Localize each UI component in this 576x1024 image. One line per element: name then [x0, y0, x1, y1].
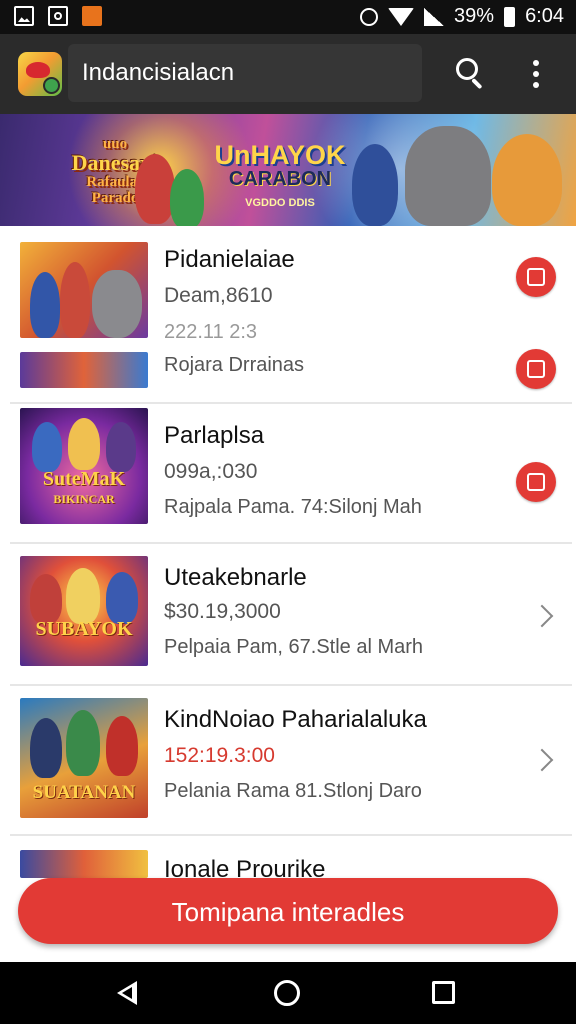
system-nav-bar — [0, 962, 576, 1024]
media-notification-icon — [48, 6, 68, 26]
banner-center-title: UnHAYOK CARABON VGDDO DDIS — [214, 140, 346, 210]
chevron-right-icon[interactable] — [530, 604, 554, 628]
red-square-icon[interactable] — [516, 349, 556, 389]
status-bar: 39% 6:04 — [0, 0, 576, 34]
red-square-icon[interactable] — [516, 257, 556, 297]
list-item[interactable]: SuteMaK BIKINCAR Parlaplsa 099a,:030 Raj… — [0, 404, 576, 542]
banner-character-kid — [135, 154, 175, 224]
thumbnail-caption: SUBAYOK — [35, 618, 133, 640]
alarm-icon — [360, 7, 379, 26]
item-thumbnail — [20, 850, 148, 878]
list-item[interactable]: Pidanielaiae Deam,8610 222.11 2:3 Rojara… — [0, 226, 576, 402]
home-icon[interactable] — [274, 980, 300, 1006]
recent-apps-icon[interactable] — [432, 981, 455, 1004]
item-title: Parlaplsa — [164, 422, 265, 449]
item-date: 222.11 2:3 — [164, 321, 258, 343]
item-title: KindNoiao Paharialaluka — [164, 706, 427, 733]
back-icon[interactable] — [117, 981, 137, 1005]
item-thumbnail — [20, 242, 148, 338]
primary-action-button[interactable]: Tomipana interadles — [18, 878, 558, 944]
item-subtitle: Deam,8610 — [164, 284, 273, 307]
promo-banner[interactable]: uuo Danesani Rafaulac Parado UnHAYOK CAR… — [0, 114, 576, 226]
banner-character-boy — [492, 134, 562, 226]
list-item[interactable]: SUBAYOK Uteakebnarle $30.19,3000 Pelpaia… — [0, 544, 576, 684]
item-price: 152:19.3:00 — [164, 744, 275, 767]
chevron-right-icon[interactable] — [530, 748, 554, 772]
thumbnail-caption: SuteMaK — [42, 468, 126, 490]
wifi-icon — [388, 7, 415, 26]
item-location: Rojara Drrainas — [164, 354, 305, 376]
item-thumbnail: SUBAYOK — [20, 556, 148, 666]
battery-icon — [504, 6, 516, 27]
battery-percent: 39% — [454, 5, 495, 27]
thumbnail-subcaption: BIKINCAR — [53, 492, 115, 506]
clock: 6:04 — [525, 5, 564, 27]
list-item[interactable]: SUATANAN KindNoiao Paharialaluka 152:19.… — [0, 686, 576, 834]
banner-character-elf — [170, 169, 204, 226]
signal-icon — [424, 7, 445, 26]
item-thumbnail: SUATANAN — [20, 698, 148, 818]
item-subtitle: 099a,:030 — [164, 460, 258, 483]
more-vert-icon[interactable] — [524, 56, 548, 92]
banner-character-hero — [352, 144, 398, 226]
app-bar: Indancisialacn — [0, 34, 576, 114]
app-logo-icon[interactable] — [18, 52, 62, 96]
item-thumbnail-strip — [20, 352, 148, 388]
item-title: Pidanielaiae — [164, 246, 295, 273]
banner-character-wolf — [405, 126, 491, 226]
item-location: Rajpala Pama. 74:Silonj Mah — [164, 496, 422, 518]
app-title: Indancisialacn — [82, 59, 235, 86]
item-title: Uteakebnarle — [164, 564, 307, 591]
item-location: Pelania Rama 81.Stlonj Daro — [164, 780, 422, 802]
item-price: $30.19,3000 — [164, 600, 281, 623]
thumbnail-caption: SUATANAN — [32, 782, 136, 803]
item-title: Ionale Prourike — [164, 856, 326, 878]
title-box: Indancisialacn — [68, 44, 422, 102]
item-thumbnail: SuteMaK BIKINCAR — [20, 408, 148, 524]
red-square-icon[interactable] — [516, 462, 556, 502]
search-icon[interactable] — [454, 56, 490, 92]
app-notification-icon — [82, 6, 102, 26]
item-location: Pelpaia Pam, 67.Stle al Marh — [164, 636, 424, 658]
gallery-notification-icon — [14, 6, 34, 26]
list-item[interactable]: Ionale Prourike — [0, 836, 576, 878]
